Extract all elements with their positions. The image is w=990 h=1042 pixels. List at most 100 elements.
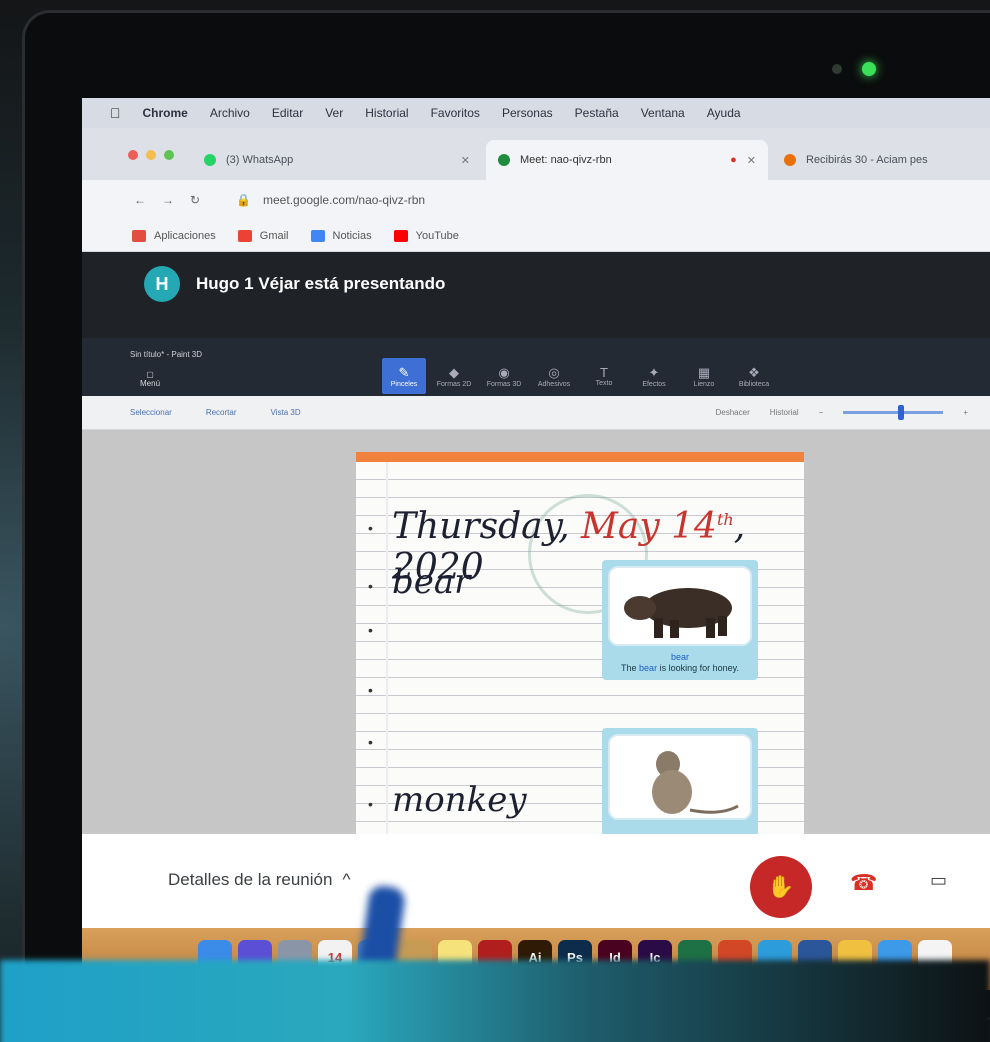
bookmark-gmail[interactable]: Gmail — [237, 229, 289, 242]
select-tool: Seleccionar — [130, 408, 172, 417]
tab-label: Meet: nao-qivz-rbn — [520, 154, 612, 166]
bookmark-youtube[interactable]: YouTube — [393, 229, 459, 242]
close-window-button[interactable] — [128, 150, 138, 160]
tool-label: Lienzo — [693, 380, 715, 388]
meet-favicon-icon — [498, 154, 510, 166]
bookmark-noticias[interactable]: Noticias — [310, 229, 372, 242]
notebook-margin-line — [386, 462, 388, 836]
page-favicon-icon — [784, 154, 796, 166]
forward-icon[interactable]: → — [162, 193, 174, 207]
tab-meet[interactable]: Meet: nao-qivz-rbn ● ✕ — [486, 140, 768, 180]
meeting-details-label: Detalles de la reunión — [168, 870, 333, 889]
bookmark-label: Gmail — [259, 229, 289, 242]
text-icon: T — [600, 365, 608, 380]
bullet-dot: • — [368, 622, 373, 638]
bear-flashcard: bear The bear is looking for honey. — [602, 560, 758, 680]
presenting-text: Hugo 1 Véjar está presentando — [196, 274, 446, 293]
bookmark-label: Noticias — [332, 229, 372, 242]
photo-scene:  Chrome Archivo Editar Ver Historial Fa… — [0, 0, 990, 1042]
zoom-slider-handle — [898, 405, 905, 420]
address-bar-row: ← → ↻ 🔒 meet.google.com/nao-qivz-rbn — [82, 180, 990, 220]
whatsapp-favicon-icon — [204, 154, 216, 166]
handwritten-word-bear: bear — [392, 562, 471, 602]
shared-app-subtoolbar-right: Deshacer Historial − + — [715, 405, 990, 420]
tool-label: Pinceles — [390, 380, 418, 388]
canvas-icon: ▦ — [697, 364, 711, 380]
shapes-3d-icon: ◉ — [498, 364, 510, 380]
menu-app-name[interactable]: Chrome — [143, 106, 188, 120]
menu-personas[interactable]: Personas — [502, 106, 553, 120]
close-tab-icon[interactable]: ✕ — [461, 154, 470, 167]
menu-favoritos[interactable]: Favoritos — [431, 106, 480, 120]
camera-lens — [832, 64, 842, 74]
meet-controls-bar: Detalles de la reunión ^ ✋ ☎ ▭ — [82, 834, 990, 928]
monkey-illustration — [652, 751, 739, 814]
tool-canvas: ▦ Lienzo — [682, 358, 726, 394]
bookmark-label: YouTube — [415, 229, 459, 242]
date-suffix: th — [716, 510, 734, 529]
effects-icon: ✦ — [648, 364, 660, 380]
date-month-day: May 14 — [581, 506, 717, 547]
folder-icon: ▢ — [146, 370, 154, 379]
meeting-details-button[interactable]: Detalles de la reunión ^ — [168, 870, 350, 890]
tool-library: ❖ Biblioteca — [732, 358, 776, 394]
tool-effects: ✦ Efectos — [632, 358, 676, 394]
menu-ver[interactable]: Ver — [325, 106, 343, 120]
library-icon: ❖ — [748, 364, 760, 380]
shared-app-title: Sin título* - Paint 3D — [130, 350, 203, 359]
date-weekday: Thursday, — [392, 506, 582, 547]
tool-label: Texto — [595, 380, 613, 387]
hand-icon: ✋ — [767, 874, 795, 899]
brush-icon: ✎ — [398, 364, 410, 380]
presenting-banner: H Hugo 1 Véjar está presentando — [82, 252, 990, 338]
avatar: H — [144, 266, 180, 302]
tool-label: Adhesivos — [537, 380, 571, 388]
history-label: Historial — [769, 408, 799, 417]
tab-other[interactable]: Recibirás 30 - Aciam pes — [772, 140, 990, 180]
shapes-2d-icon: ◆ — [449, 364, 459, 380]
menu-archivo[interactable]: Archivo — [210, 106, 250, 120]
camera-indicator-light — [862, 62, 876, 76]
bookmark-label: Aplicaciones — [154, 229, 216, 242]
tool-brushes: ✎ Pinceles — [382, 358, 426, 394]
bear-caption: bear The bear is looking for honey. — [608, 652, 752, 674]
bear-illustration — [624, 588, 732, 638]
shared-app-toolbar: Sin título* - Paint 3D ▢ Menú ✎ Pinceles … — [82, 338, 990, 396]
monkey-flashcard — [602, 728, 758, 836]
bear-caption-sentence: The bear is looking for honey. — [608, 663, 752, 674]
view-3d-tool: Vista 3D — [270, 408, 301, 417]
apple-icon[interactable]:  — [110, 105, 121, 121]
menu-editar[interactable]: Editar — [272, 106, 303, 120]
close-tab-icon[interactable]: ✕ — [747, 154, 756, 167]
back-icon[interactable]: ← — [134, 193, 146, 207]
menu-ayuda[interactable]: Ayuda — [707, 106, 741, 120]
zoom-window-button[interactable] — [164, 150, 174, 160]
tab-whatsapp[interactable]: (3) WhatsApp ✕ — [192, 140, 482, 180]
hang-up-button[interactable]: ☎ — [850, 870, 877, 896]
zoom-slider — [843, 405, 944, 420]
minimize-window-button[interactable] — [146, 150, 156, 160]
sticker-icon: ◎ — [548, 364, 560, 380]
reload-icon[interactable]: ↻ — [190, 193, 200, 207]
tab-label: (3) WhatsApp — [226, 154, 294, 166]
bookmarks-bar: Aplicaciones Gmail Noticias YouTube — [82, 220, 990, 252]
sentence-part: is looking for honey. — [657, 662, 739, 673]
undo-label: Deshacer — [715, 408, 750, 417]
news-icon — [310, 229, 325, 242]
gmail-icon — [237, 229, 252, 242]
menu-pestana[interactable]: Pestaña — [575, 106, 619, 120]
zoom-in-icon: + — [963, 408, 968, 417]
address-url: meet.google.com/nao-qivz-rbn — [263, 193, 426, 207]
menu-ventana[interactable]: Ventana — [641, 106, 685, 120]
crop-tool: Recortar — [205, 408, 237, 417]
bear-picture — [608, 566, 752, 646]
bullet-dot: • — [368, 796, 373, 812]
camera-toggle-button[interactable]: ▭ — [930, 870, 947, 891]
monkey-picture — [608, 734, 752, 820]
bookmark-aplicaciones[interactable]: Aplicaciones — [132, 229, 216, 242]
menu-historial[interactable]: Historial — [365, 106, 408, 120]
address-input[interactable]: 🔒 meet.google.com/nao-qivz-rbn — [236, 193, 425, 207]
raise-hand-button[interactable]: ✋ — [750, 856, 812, 918]
zoom-out-icon: − — [818, 408, 824, 417]
bullet-dot: • — [368, 578, 373, 594]
